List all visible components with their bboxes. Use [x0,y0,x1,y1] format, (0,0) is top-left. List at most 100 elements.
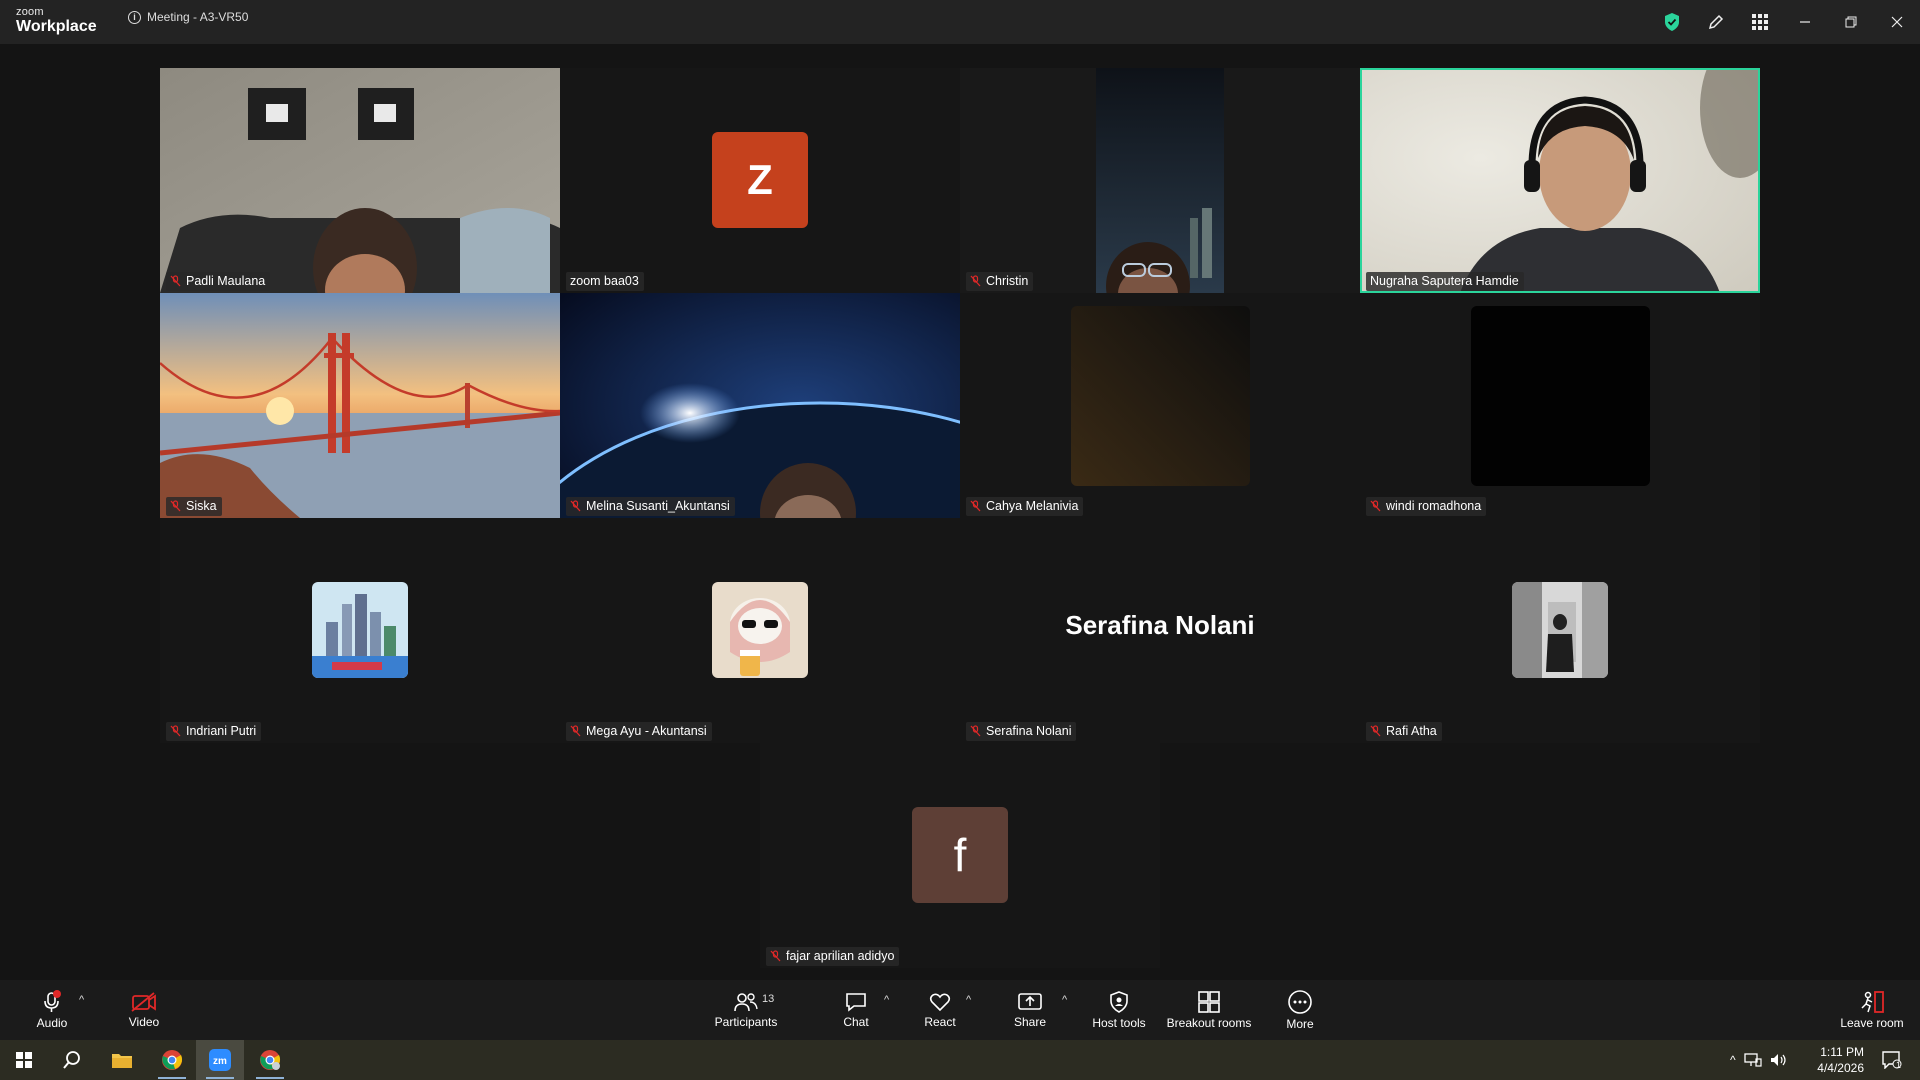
muted-mic-icon [170,725,181,737]
camera-feed [960,68,1360,293]
video-tile[interactable]: Siska [160,293,560,518]
file-explorer-icon[interactable] [98,1040,146,1080]
participant-name-tag: Mega Ayu - Akuntansi [566,722,712,741]
audio-button[interactable]: Audio [30,980,74,1040]
participant-name-tag: Rafi Atha [1366,722,1442,741]
muted-mic-icon [770,950,781,962]
muted-mic-icon [970,275,981,287]
participant-name-tag: zoom baa03 [566,272,644,291]
muted-mic-icon [1370,500,1381,512]
participant-name: Mega Ayu - Akuntansi [586,724,707,738]
title-bar: zoom Workplace i Meeting - A3-VR50 [0,0,1920,44]
muted-mic-icon [970,725,981,737]
chat-bubble-icon [846,993,866,1012]
zoom-taskbar-icon[interactable]: zm [196,1040,244,1080]
close-icon[interactable] [1874,0,1920,44]
participant-name: fajar aprilian adidyo [786,949,895,963]
show-hidden-icons-chevron-icon[interactable]: ^ [1730,1053,1736,1067]
share-screen-icon [1018,993,1042,1010]
video-tile[interactable]: f fajar aprilian adidyo [760,743,1160,968]
video-tile[interactable]: windi romadhona [1360,293,1760,518]
chrome-icon[interactable] [148,1040,196,1080]
breakout-rooms-button[interactable]: Breakout rooms [1164,980,1254,1040]
chat-options-caret[interactable]: ^ [884,994,889,1006]
muted-mic-icon [970,500,981,512]
video-button[interactable]: Video [122,980,166,1040]
react-button[interactable]: React [918,980,962,1040]
zoom-logo: zoom Workplace [16,6,97,36]
video-tile-active-speaker[interactable]: Nugraha Saputera Hamdie [1360,68,1760,293]
notification-count: 1 [1896,1060,1902,1070]
more-ellipsis-icon [1288,990,1312,1014]
participants-count: 13 [762,993,775,1005]
meeting-title: Meeting - A3-VR50 [147,10,249,24]
info-icon: i [128,10,141,24]
participant-name-tag: Indriani Putri [166,722,262,741]
participant-name-tag: fajar aprilian adidyo [766,947,900,966]
camera-feed-black [1360,293,1760,518]
video-tile[interactable]: Z zoom baa03 [560,68,960,293]
participants-button[interactable]: Participants [710,980,782,1040]
participants-icon [734,993,758,1012]
participant-name-tag: Christin [966,272,1034,291]
share-button[interactable]: Share [1008,980,1052,1040]
meeting-info[interactable]: i Meeting - A3-VR50 [128,10,248,24]
host-tools-button[interactable]: Host tools [1088,980,1150,1040]
react-options-caret[interactable]: ^ [966,994,971,1006]
participants-label: Participants [714,1015,778,1029]
windows-start-icon[interactable] [0,1040,48,1080]
breakout-rooms-label: Breakout rooms [1166,1016,1252,1030]
muted-mic-icon [170,500,181,512]
participant-name: Nugraha Saputera Hamdie [1370,274,1519,288]
video-off-icon [131,992,156,1012]
system-clock[interactable]: 1:11 PM 4/4/2026 [1817,1044,1864,1076]
leave-room-button[interactable]: Leave room [1832,980,1912,1040]
annotate-pencil-icon[interactable] [1694,0,1738,44]
virtual-background-golden-gate [160,293,560,518]
leave-door-icon [1861,991,1884,1013]
restore-icon[interactable] [1828,0,1874,44]
volume-icon[interactable] [1770,1053,1788,1067]
more-label: More [1286,1017,1314,1031]
avatar-city-picture [312,582,408,678]
video-tile[interactable]: Indriani Putri [160,518,560,743]
windows-taskbar: zm ^ 1:11 PM 4/4/2026 1 [0,1040,1920,1080]
audio-label: Audio [36,1016,68,1030]
camera-feed-dark [960,293,1360,518]
participant-name-tag: Serafina Nolani [966,722,1077,741]
participant-name: Serafina Nolani [986,724,1072,738]
search-icon[interactable] [48,1040,96,1080]
clock-time: 1:11 PM [1820,1045,1864,1059]
chat-button[interactable]: Chat [834,980,878,1040]
shield-icon[interactable] [1650,0,1694,44]
muted-mic-icon [570,725,581,737]
more-button[interactable]: More [1278,980,1322,1040]
notification-center-icon[interactable]: 1 [1868,1040,1916,1080]
minimize-icon[interactable] [1782,0,1828,44]
leave-room-label: Leave room [1840,1016,1904,1030]
participant-name-tag: windi romadhona [1366,497,1487,516]
chrome-profile-icon[interactable] [246,1040,294,1080]
video-tile[interactable]: Serafina Nolani Serafina Nolani [960,518,1360,743]
video-tile[interactable]: Melina Susanti_Akuntansi [560,293,960,518]
participant-name: Siska [186,499,217,513]
heart-icon [929,993,951,1012]
participant-name-tag: Nugraha Saputera Hamdie [1366,272,1524,291]
avatar-bw-photo [1512,582,1608,678]
host-shield-icon [1110,991,1128,1013]
network-icon[interactable] [1743,1053,1762,1067]
participant-name: Padli Maulana [186,274,266,288]
camera-feed [160,68,560,293]
microphone-muted-icon [44,990,61,1012]
video-tile[interactable]: Cahya Melanivia [960,293,1360,518]
video-label: Video [128,1015,160,1029]
video-tile[interactable]: Padli Maulana [160,68,560,293]
video-tile[interactable]: Christin [960,68,1360,293]
muted-mic-icon [570,500,581,512]
share-options-caret[interactable]: ^ [1062,994,1067,1006]
apps-grid-icon[interactable] [1738,0,1782,44]
audio-options-caret[interactable]: ^ [79,994,84,1006]
video-tile[interactable]: Rafi Atha [1360,518,1760,743]
video-tile[interactable]: Mega Ayu - Akuntansi [560,518,960,743]
participant-name: Indriani Putri [186,724,257,738]
